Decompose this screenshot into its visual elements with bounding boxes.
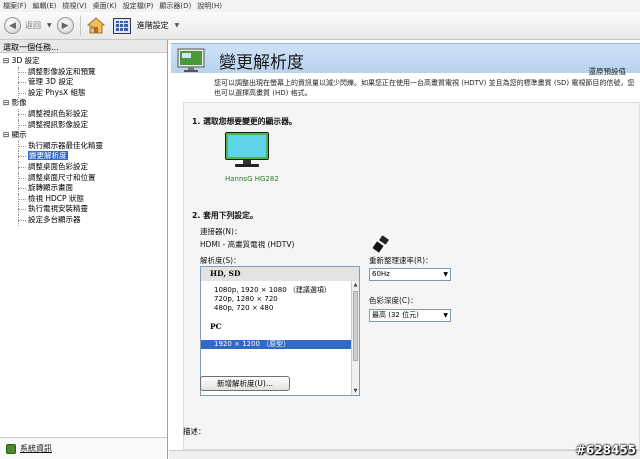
scroll-thumb[interactable] [353,291,358,361]
system-info-icon [6,443,16,454]
tree-category-video[interactable]: ⊟ 影像 [0,98,167,109]
page-title: 變更解析度 [219,53,304,73]
task-view-icon[interactable] [112,17,131,34]
system-info-link[interactable]: 系統資訊 [20,443,52,454]
back-button[interactable]: ◀ [4,17,21,34]
tree-item-change-resolution[interactable]: 變更解析度 [0,151,167,162]
customize-resolution-button[interactable]: 新增解析度(U)... [200,376,290,391]
display-settings-icon [177,48,205,72]
forward-button[interactable]: ▶ [56,17,74,34]
toolbar-separator [79,15,81,36]
forward-arrow-icon: ▶ [61,20,69,31]
sidebar-header: 選取一個任務... [0,40,167,53]
task-sidebar: 選取一個任務... ⊟ 3D 設定 調整影像設定和預覽 管理 3D 設定 設定 … [0,40,168,459]
list-item[interactable]: 480p, 720 × 480 [201,304,359,313]
tree-category-3d[interactable]: ⊟ 3D 設定 [0,56,167,67]
tree-item-physx[interactable]: 設定 PhysX 組態 [0,87,167,99]
chevron-down-icon: ▼ [443,271,448,278]
tree-item-manage-3d[interactable]: 管理 3D 設定 [0,77,167,88]
list-group-hd-sd: HD, SD [201,267,359,281]
scroll-down-icon[interactable]: ▼ [352,387,359,395]
menu-display[interactable]: 顯示器(D) [159,1,191,11]
tree-item-multi-display[interactable]: 設定多台顯示器 [0,214,167,226]
home-button[interactable] [86,16,105,35]
section-select-display: 1. 選取您想要變更的顯示器。 [192,117,297,126]
color-depth-select[interactable]: 最高 (32 位元) ▼ [369,309,451,322]
refresh-rate-value: 60Hz [372,270,390,278]
page-banner: 變更解析度 還原預設值 [171,43,640,76]
color-depth-label: 色彩深度(C)： [369,296,418,305]
scroll-up-icon[interactable]: ▲ [352,281,359,289]
menu-help[interactable]: 說明(H) [197,1,222,11]
tree-item-desktop-color[interactable]: 調整桌面色彩設定 [0,161,167,173]
color-depth-value: 最高 (32 位元) [372,311,419,319]
sidebar-footer: 系統資訊 [0,437,167,459]
hdmi-connector-icon [372,235,389,253]
list-item[interactable]: 720p, 1280 × 720 [201,295,359,304]
list-group-pc: PC [210,322,222,331]
refresh-rate-select[interactable]: 60Hz ▼ [369,268,451,281]
list-item-selected[interactable]: 1920 × 1200 （原型） [201,340,359,349]
chevron-down-icon: ▼ [443,312,448,319]
menu-edit[interactable]: 編輯(E) [33,1,57,11]
back-arrow-icon: ◀ [9,20,16,31]
menu-file[interactable]: 檔案(F) [3,1,27,11]
page-description: 您可以調整出現在螢幕上的資訊量以減少閃爍。如果您正在使用一台高畫質電視 (HDT… [214,79,635,97]
horizontal-scrollbar[interactable] [169,450,640,459]
resolution-list-scrollbar[interactable]: ▲ ▼ [351,281,359,395]
back-label[interactable]: 返回 [25,20,41,31]
tree-category-display[interactable]: ⊟ 顯示 [0,130,167,141]
task-tree: ⊟ 3D 設定 調整影像設定和預覽 管理 3D 設定 設定 PhysX 組態 ⊟… [0,53,167,226]
tree-item-hdcp[interactable]: 檢視 HDCP 狀態 [0,193,167,205]
menu-desktop[interactable]: 桌面(K) [93,1,117,11]
back-history-dropdown-icon[interactable]: ▼ [47,22,52,29]
tree-item-video-image[interactable]: 調整視訊影像設定 [0,119,167,131]
chevron-down-icon[interactable]: ▼ [175,22,180,29]
monitor-name[interactable]: HannsG HG282 [225,175,279,183]
home-icon [86,16,105,33]
resolution-label: 解析度(S)： [200,256,241,265]
tree-item-video-color[interactable]: 調整視訊色彩設定 [0,108,167,120]
menu-view[interactable]: 檢視(V) [62,1,86,11]
connector-value: HDMI - 高畫質電視 (HDTV) [200,240,295,249]
tree-item-desktop-size[interactable]: 調整桌面尺寸和位置 [0,172,167,184]
section-apply-settings: 2. 套用下列設定。 [192,211,258,220]
tree-item-tv-wizard[interactable]: 執行電視安裝精靈 [0,204,167,215]
watermark: #628455 [575,443,636,457]
description-label: 描述： [183,427,206,436]
tree-item-image-settings[interactable]: 調整影像設定和預覽 [0,66,167,78]
tree-item-optimize-wizard[interactable]: 執行顯示器最佳化精靈 [0,140,167,152]
tree-item-rotate[interactable]: 旋轉顯示畫面 [0,183,167,194]
restore-defaults-link[interactable]: 還原預設值 [589,66,627,77]
toolbar: ◀ 返回 ▼ ▶ 進階設定 ▼ [0,12,640,40]
main-content: 變更解析度 還原預設值 您可以調整出現在螢幕上的資訊量以減少閃爍。如果您正在使用… [169,40,640,459]
refresh-rate-label: 重新整理速率(R)： [369,256,433,265]
menu-profile[interactable]: 設定檔(P) [123,1,154,11]
advanced-settings-menu[interactable]: 進階設定 [137,20,169,31]
menu-bar: 檔案(F) 編輯(E) 檢視(V) 桌面(K) 設定檔(P) 顯示器(D) 說明… [0,0,640,12]
connector-label: 連接器(N)： [200,227,242,236]
list-item[interactable]: 1080p, 1920 × 1080 （建議選項） [201,286,359,295]
